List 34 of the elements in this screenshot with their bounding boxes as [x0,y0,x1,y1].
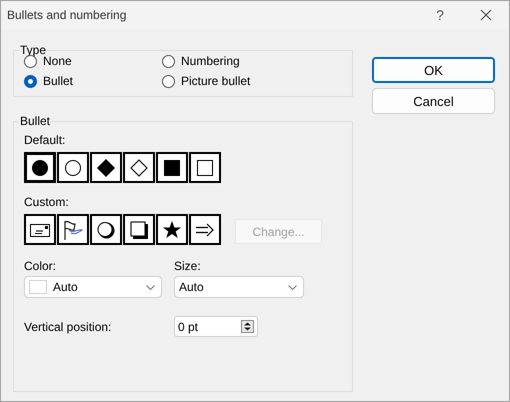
bullet-option[interactable] [123,152,155,183]
color-dropdown[interactable]: Auto [24,276,162,298]
bullet-option[interactable] [189,214,221,245]
help-button[interactable]: ? [417,7,463,23]
radio-option[interactable]: Bullet [24,74,162,88]
bullet-option[interactable] [189,152,221,183]
bullet-option[interactable] [123,214,155,245]
bullet-option[interactable] [24,214,56,245]
bullet-option[interactable] [156,152,188,183]
field-label: Default: [24,133,66,147]
size-dropdown[interactable]: Auto [174,276,304,298]
dialog-button[interactable]: OK [372,57,495,83]
group-label: Type [19,43,46,57]
bullet-option[interactable] [90,152,122,183]
radio-option[interactable]: Numbering [162,54,342,68]
field-label: Size: [174,259,202,273]
chevron-down-icon [288,284,297,290]
color-swatch-icon [29,280,47,294]
chevron-down-icon [146,284,155,290]
field-label: Vertical position: [24,320,112,334]
spin-field[interactable]: 0 pt [174,316,258,337]
group-label: Bullet [19,114,52,128]
close-icon[interactable] [480,9,492,21]
window-title: Bullets and numbering [7,8,128,22]
radio-option[interactable]: Picture bullet [162,74,342,88]
bullet-option[interactable] [57,214,89,245]
bullet-option[interactable] [24,152,56,183]
bullet-option[interactable] [156,214,188,245]
spin-arrows-icon[interactable] [241,320,254,333]
field-label: Color: [24,259,58,273]
bullet-option[interactable] [57,152,89,183]
field-label: Custom: [24,195,70,209]
bullet-option[interactable] [90,214,122,245]
dialog-button[interactable]: Cancel [372,88,495,114]
